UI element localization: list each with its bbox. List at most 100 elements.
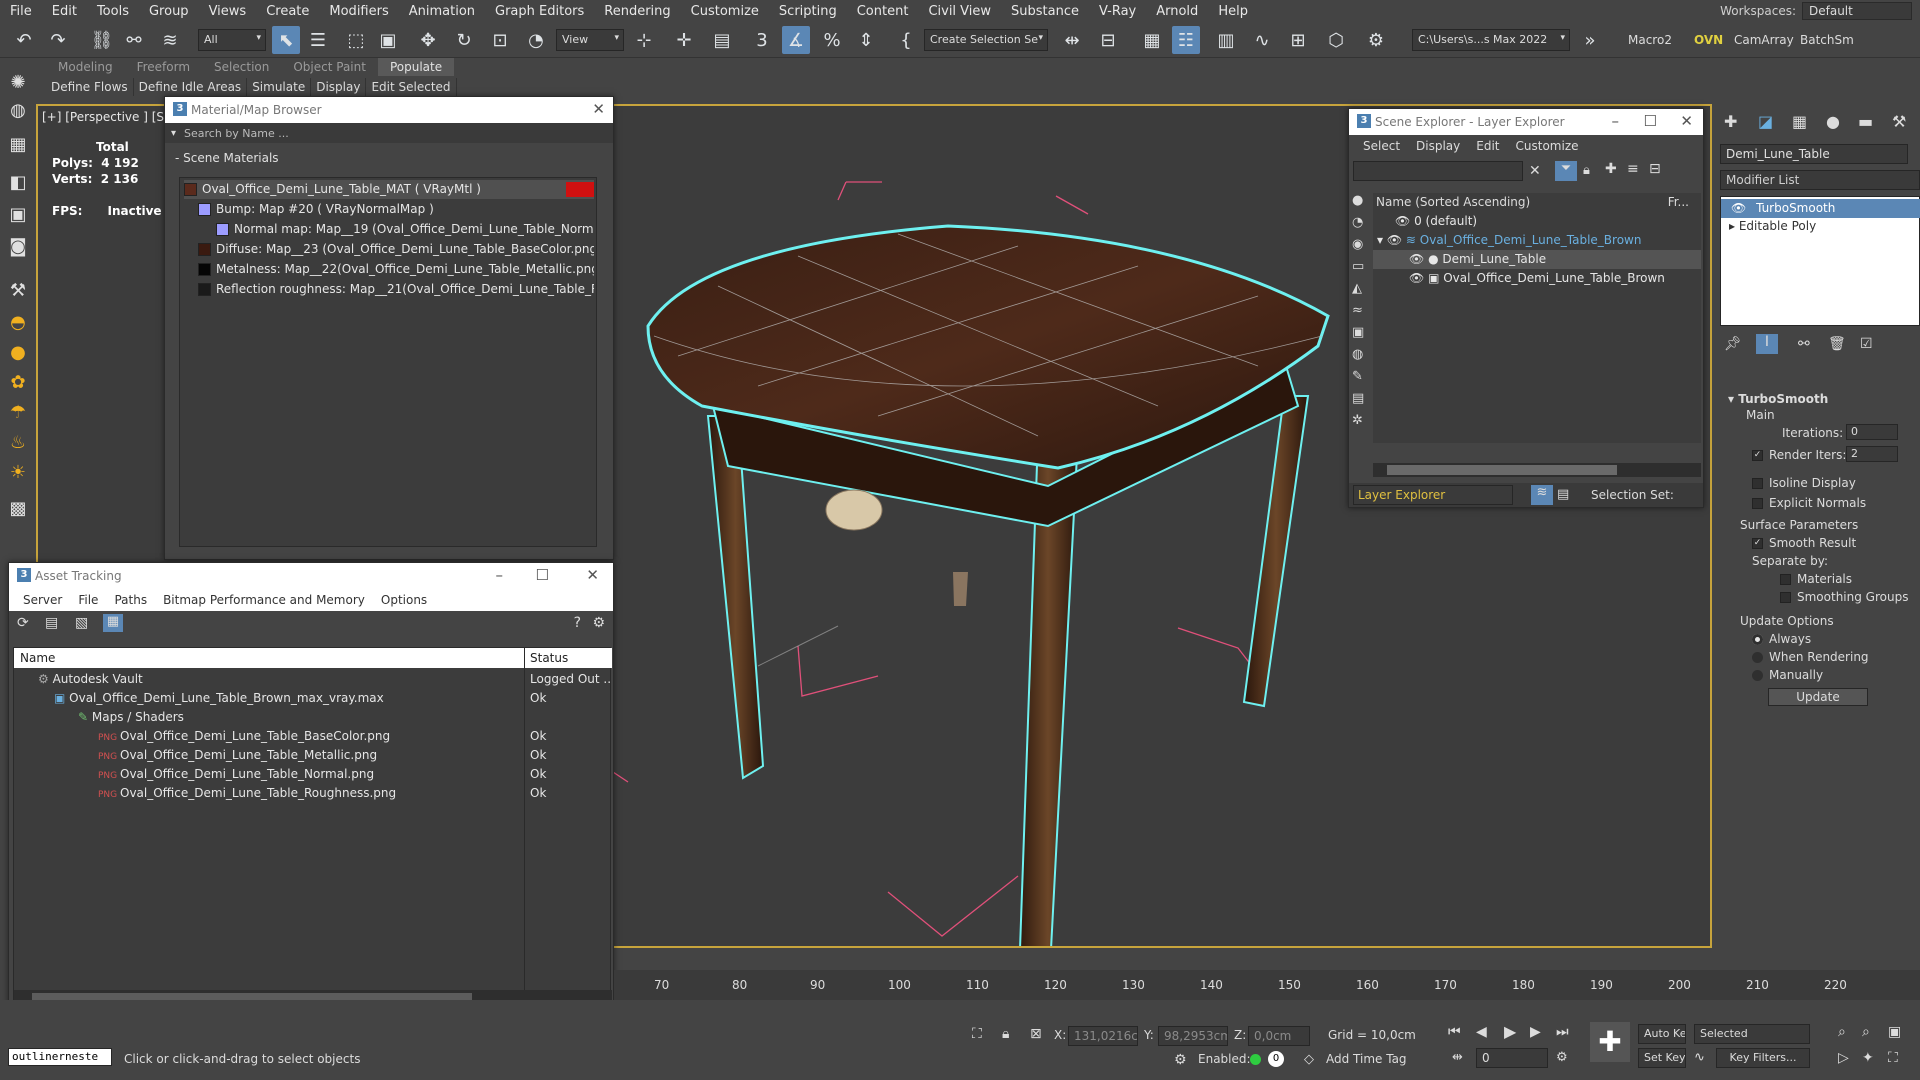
bone-filter-icon[interactable]: ✎ — [1352, 369, 1363, 384]
ribbon-toggle-icon[interactable]: ▥ — [1212, 26, 1240, 54]
light-icon[interactable]: ♨ — [5, 430, 31, 454]
lamp-icon[interactable]: ☂ — [5, 400, 31, 424]
menu-animation[interactable]: Animation — [399, 4, 485, 19]
subtab-display[interactable]: Display — [311, 78, 367, 96]
material-item[interactable]: Oval_Office_Demi_Lune_Table_MAT ( VRayMt… — [184, 180, 594, 199]
x-coord-field[interactable]: 131,0216cı — [1068, 1026, 1138, 1046]
manually-radio[interactable]: Manually — [1752, 668, 1823, 682]
menu-tools[interactable]: Tools — [87, 4, 139, 19]
table-row[interactable]: ▣ Oval_Office_Demi_Lune_Table_Brown_max_… — [54, 689, 520, 708]
scene-explorer-icon[interactable]: ▦ — [1138, 26, 1166, 54]
absolute-mode-icon[interactable]: ⊠ — [1030, 1026, 1042, 1042]
menu-create[interactable]: Create — [256, 4, 319, 19]
container-filter-icon[interactable]: ▤ — [1352, 391, 1364, 406]
placement-icon[interactable]: ◔ — [522, 26, 550, 54]
tab-populate[interactable]: Populate — [377, 58, 455, 76]
menu-file[interactable]: File — [0, 4, 42, 19]
menu-customize[interactable]: Customize — [681, 4, 769, 19]
bind-space-warp-icon[interactable]: ≋ — [156, 26, 184, 54]
visibility-eye-icon[interactable]: 👁︎ — [1373, 252, 1428, 266]
tree-header[interactable]: Name (Sorted Ascending) Fr... — [1373, 193, 1701, 212]
menu-graph-editors[interactable]: Graph Editors — [485, 4, 594, 19]
xref-filter-icon[interactable]: ◍ — [1352, 347, 1363, 362]
hierarchy-icon[interactable]: ⊟ — [1649, 161, 1661, 177]
menu-paths[interactable]: Paths — [106, 593, 155, 607]
subtab-simulate[interactable]: Simulate — [247, 78, 312, 96]
visibility-eye-icon[interactable]: 👁︎ — [1387, 233, 1406, 247]
keyboard-shortcut-icon[interactable]: ▤ — [708, 26, 736, 54]
table-row[interactable]: PNG Oval_Office_Demi_Lune_Table_Normal.p… — [98, 765, 518, 784]
menu-vray[interactable]: V-Ray — [1089, 4, 1146, 19]
auto-key-button[interactable]: Auto Key — [1638, 1024, 1686, 1044]
motion-tab-icon[interactable]: ● — [1826, 112, 1840, 131]
grid-icon[interactable]: ▩ — [5, 496, 31, 520]
schematic-view-icon[interactable]: ⊞ — [1284, 26, 1312, 54]
render-iters-checkbox[interactable]: ✓ Render Iters: — [1752, 448, 1846, 462]
macro2-button[interactable]: Macro2 — [1628, 33, 1672, 47]
object-name-field[interactable]: Demi_Lune_Table — [1720, 144, 1908, 164]
spinner-snap-icon[interactable]: ⇕ — [852, 26, 880, 54]
percent-snap-icon[interactable]: % — [818, 26, 846, 54]
map-item[interactable]: Bump: Map #20 ( VRayNormalMap ) — [198, 200, 594, 219]
table-view-icon[interactable]: ▦ — [103, 614, 123, 632]
time-tag-counter[interactable]: 0 — [1268, 1051, 1284, 1067]
helmet-icon[interactable]: ◓ — [5, 310, 31, 334]
stack-item-turbosmooth[interactable]: 👁︎ TurboSmooth — [1721, 199, 1920, 218]
select-by-name-icon[interactable]: ☰ — [304, 26, 332, 54]
y-coord-field[interactable]: 98,2953cm — [1158, 1026, 1228, 1046]
window-crossing-icon[interactable]: ▣ — [374, 26, 402, 54]
new-layer-icon[interactable]: ✚ — [1605, 161, 1617, 177]
clear-search-icon[interactable]: ✕ — [1529, 163, 1541, 179]
smoothing-groups-checkbox[interactable]: Smoothing Groups — [1780, 590, 1908, 604]
table-row[interactable]: PNG Oval_Office_Demi_Lune_Table_Roughnes… — [98, 784, 518, 803]
expand-arrow-icon[interactable]: ▸ — [1721, 219, 1739, 233]
close-icon[interactable]: ✕ — [586, 566, 599, 584]
scale-icon[interactable]: ⊡ — [486, 26, 514, 54]
redo-icon[interactable]: ↷ — [44, 26, 72, 54]
menu-scripting[interactable]: Scripting — [769, 4, 847, 19]
column-name[interactable]: Name — [20, 651, 55, 665]
table-row[interactable]: PNG Oval_Office_Demi_Lune_Table_BaseColo… — [98, 727, 518, 746]
nodes-icon[interactable]: ✿ — [5, 370, 31, 394]
layer-explorer-icon[interactable]: ☷ — [1172, 26, 1200, 54]
add-time-tag-button[interactable]: Add Time Tag — [1326, 1052, 1407, 1066]
maximize-icon[interactable]: ☐ — [1644, 112, 1657, 130]
make-unique-icon[interactable]: ⚯ — [1798, 336, 1810, 352]
project-folder-dropdown[interactable]: C:\Users\s...s Max 2022 — [1412, 29, 1570, 51]
material-editor-icon[interactable]: ⬡ — [1322, 26, 1350, 54]
selection-filter-dropdown[interactable]: All — [198, 29, 266, 51]
menu-edit[interactable]: Edit — [1468, 139, 1507, 153]
pivot-center-icon[interactable]: ⊹ — [630, 26, 658, 54]
close-icon[interactable]: ✕ — [592, 100, 605, 118]
key-selection-dropdown[interactable]: Selected — [1694, 1024, 1810, 1044]
zoom-icon[interactable]: ⌕ — [1838, 1024, 1846, 1040]
field-of-view-icon[interactable]: ▷ — [1838, 1050, 1849, 1066]
previous-frame-icon[interactable]: ◀︎ — [1476, 1024, 1487, 1040]
isolate-selection-icon[interactable]: ⛶ — [972, 1026, 982, 1042]
workspace-dropdown[interactable]: Default — [1802, 2, 1912, 20]
snaps-toggle-icon[interactable]: 3 — [748, 26, 776, 54]
close-icon[interactable]: ✕ — [1680, 112, 1693, 130]
modifier-list-dropdown[interactable]: Modifier List — [1720, 170, 1920, 190]
spacewarp-filter-icon[interactable]: ≈ — [1352, 303, 1363, 318]
named-selection-dropdown[interactable]: Create Selection Se — [924, 29, 1048, 51]
rotate-icon[interactable]: ↻ — [450, 26, 478, 54]
adaptive-degradation-icon[interactable]: ⚙ — [1174, 1052, 1187, 1068]
table-row[interactable]: ✎ Maps / Shaders — [78, 708, 518, 727]
search-options-icon[interactable]: ▾ — [171, 128, 176, 139]
visibility-eye-icon[interactable]: 👁︎ — [1373, 271, 1428, 285]
move-icon[interactable]: ✥ — [414, 26, 442, 54]
go-to-start-icon[interactable]: ⏮ — [1448, 1024, 1461, 1040]
subtab-edit-selected[interactable]: Edit Selected — [366, 78, 457, 96]
current-frame-field[interactable]: 0 — [1476, 1048, 1548, 1068]
play-icon[interactable]: ▶︎ — [1504, 1022, 1516, 1041]
menu-arnold[interactable]: Arnold — [1146, 4, 1208, 19]
unlink-icon[interactable]: ⚯ — [120, 26, 148, 54]
show-end-result-icon[interactable]: Ⅰ — [1756, 334, 1778, 354]
next-frame-icon[interactable]: ▶︎ — [1530, 1024, 1541, 1040]
stack-item-editable-poly[interactable]: ▸ Editable Poly — [1721, 217, 1920, 236]
menu-views[interactable]: Views — [199, 4, 257, 19]
object-mode-icon[interactable]: ▤ — [1557, 487, 1569, 502]
helper-filter-icon[interactable]: ◭ — [1352, 281, 1362, 296]
z-coord-field[interactable]: 0,0cm — [1248, 1026, 1310, 1046]
